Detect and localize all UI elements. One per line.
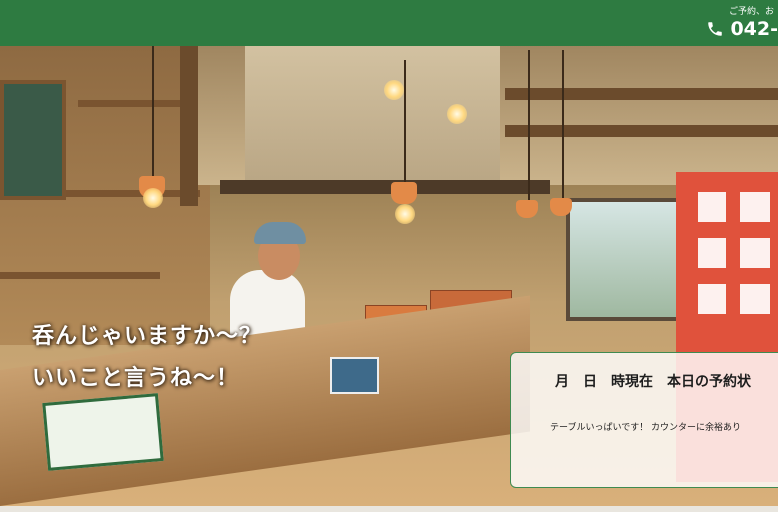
beam	[505, 125, 778, 137]
status-message: テーブルいっぱいです！ カウンターに余裕あり	[550, 423, 742, 433]
tagline-line-2: いいこと言うね〜！	[32, 365, 240, 391]
pendant-lamp	[516, 200, 538, 218]
phone-link[interactable]: 042-	[706, 18, 778, 40]
chalkboard-menu	[0, 80, 66, 200]
small-board	[330, 357, 379, 394]
bottom-strip	[0, 506, 778, 512]
pendant-lamp	[391, 182, 417, 204]
pendant-cord	[562, 50, 564, 200]
chef-hat	[254, 222, 306, 244]
status-title: 月 日 時現在 本日の予約状	[555, 374, 751, 390]
window	[566, 198, 684, 321]
tagline-line-1: 呑んじゃいますか〜？	[32, 323, 263, 349]
kitchen-shelf	[220, 180, 550, 194]
phone-number: 042-	[730, 18, 778, 40]
shelf	[0, 272, 160, 279]
lamp-glow	[395, 204, 415, 224]
lamp-glow	[447, 104, 467, 124]
pendant-cord	[152, 46, 154, 186]
pendant-cord	[528, 50, 530, 205]
counter-sign	[42, 393, 164, 471]
phone-icon	[708, 22, 723, 36]
pendant-lamp	[550, 198, 572, 216]
lamp-glow	[384, 80, 404, 100]
reservation-note: ご予約、お	[728, 7, 774, 17]
beam	[180, 46, 198, 206]
pendant-cord	[404, 60, 406, 190]
beam	[505, 88, 778, 100]
top-bar: ご予約、お 042-	[0, 0, 778, 46]
lamp-glow	[143, 188, 163, 208]
reservation-status-card: 月 日 時現在 本日の予約状 テーブルいっぱいです！ カウンターに余裕あり	[510, 352, 778, 488]
